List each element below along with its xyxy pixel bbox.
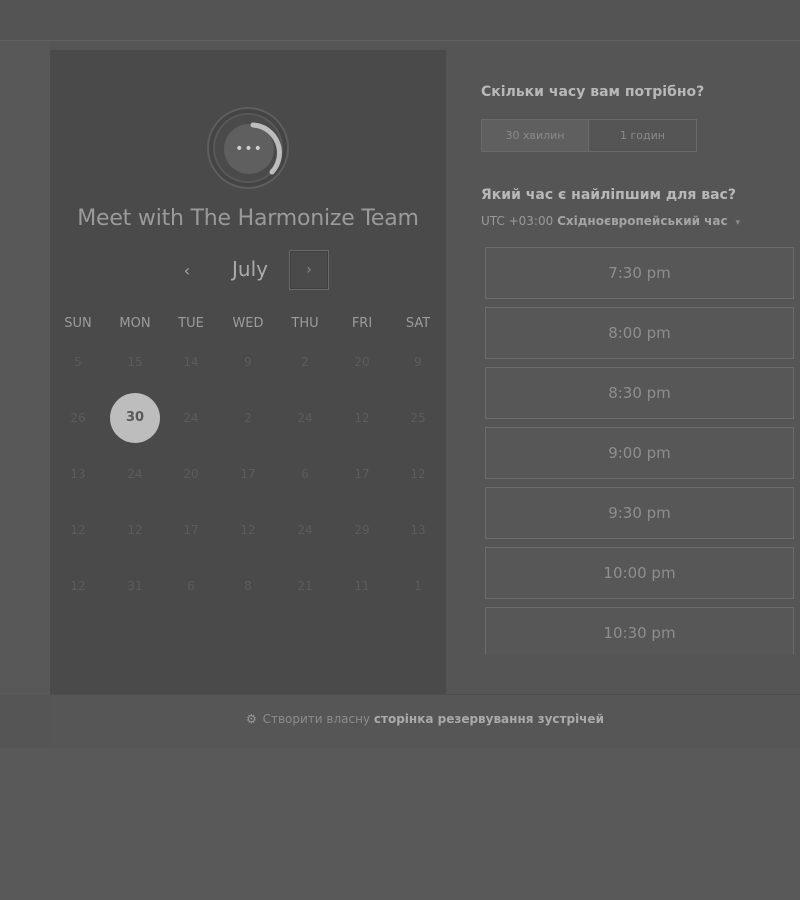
calendar-day[interactable]: 14 <box>166 337 216 387</box>
calendar-day[interactable]: 24 <box>110 449 160 499</box>
time-slot[interactable]: 10:30 pm <box>485 607 794 654</box>
weekday-sun: SUN <box>64 316 92 331</box>
calendar-day[interactable]: 26 <box>53 393 103 443</box>
duration-1-hour-button[interactable]: 1 годин <box>589 120 696 151</box>
calendar-day[interactable]: 12 <box>337 393 387 443</box>
sprocket-icon: ⚙ <box>246 712 257 726</box>
time-slot[interactable]: 7:30 pm <box>485 247 794 299</box>
calendar-day[interactable]: 24 <box>166 393 216 443</box>
calendar-day[interactable]: 12 <box>110 505 160 555</box>
next-month-button[interactable]: › <box>289 250 329 290</box>
footer-text-prefix: Створити власну <box>262 712 371 726</box>
calendar-day[interactable]: 20 <box>166 449 216 499</box>
calendar-day-selected[interactable]: 30 <box>110 393 160 443</box>
calendar-day[interactable]: 2 <box>280 337 330 387</box>
duration-selector: 30 хвилин 1 годин <box>481 119 697 152</box>
weekday-sat: SAT <box>405 316 431 331</box>
time-slot[interactable]: 9:30 pm <box>485 487 794 539</box>
meeting-title: Meet with The Harmonize Team <box>77 206 419 231</box>
timezone-offset: UTC +03:00 <box>481 214 554 228</box>
duration-30-min-button[interactable]: 30 хвилин <box>482 120 589 151</box>
calendar-day[interactable]: 12 <box>393 449 443 499</box>
calendar-day[interactable]: 6 <box>280 449 330 499</box>
top-strip <box>0 0 800 40</box>
caret-down-icon: ▾ <box>735 218 740 228</box>
calendar-day[interactable]: 2 <box>223 393 273 443</box>
calendar-day[interactable]: 24 <box>280 505 330 555</box>
calendar-day[interactable]: 29 <box>337 505 387 555</box>
calendar-day[interactable]: 31 <box>110 561 160 611</box>
weekday-wed: WED <box>232 316 264 331</box>
month-label: July <box>232 257 268 281</box>
calendar-day[interactable]: 25 <box>393 393 443 443</box>
weekday-mon: MON <box>119 316 151 331</box>
calendar-day[interactable]: 20 <box>337 337 387 387</box>
weekday-thu: THU <box>291 316 319 331</box>
timezone-name: Східноєвропейський час <box>557 214 728 228</box>
time-slot[interactable]: 9:00 pm <box>485 427 794 479</box>
timezone-selector[interactable]: UTC +03:00 Східноєвропейський час ▾ <box>481 214 740 228</box>
duration-question: Скільки часу вам потрібно? <box>481 84 705 100</box>
weekday-fri: FRI <box>351 316 373 331</box>
avatar-progress-arc <box>250 122 282 175</box>
time-slot[interactable]: 8:00 pm <box>485 307 794 359</box>
calendar-day[interactable]: 8 <box>223 561 273 611</box>
left-gutter <box>0 41 50 695</box>
calendar-day[interactable]: 12 <box>53 505 103 555</box>
calendar-day[interactable]: 11 <box>337 561 387 611</box>
prev-month-button[interactable]: ‹ <box>172 256 202 286</box>
calendar-day[interactable]: 13 <box>393 505 443 555</box>
calendar-day[interactable]: 5 <box>53 337 103 387</box>
weekday-header: SUN MON TUE WED THU FRI SAT <box>50 316 446 336</box>
time-slot[interactable]: 10:00 pm <box>485 547 794 599</box>
calendar-day[interactable]: 1 <box>393 561 443 611</box>
calendar-day[interactable]: 12 <box>53 561 103 611</box>
footer-banner[interactable]: ⚙ Створити власну сторінка резервування … <box>50 694 800 746</box>
calendar-day[interactable]: 21 <box>280 561 330 611</box>
calendar-day[interactable]: 17 <box>337 449 387 499</box>
calendar-panel: ••• Meet with The Harmonize Team ‹ July … <box>50 50 446 694</box>
time-slot[interactable]: 8:30 pm <box>485 367 794 419</box>
calendar-day[interactable]: 12 <box>223 505 273 555</box>
calendar-day[interactable]: 13 <box>53 449 103 499</box>
calendar-day[interactable]: 17 <box>166 505 216 555</box>
footer-text-bold: сторінка резервування зустрічей <box>373 712 604 726</box>
calendar-day[interactable]: 9 <box>223 337 273 387</box>
calendar-day[interactable]: 17 <box>223 449 273 499</box>
month-navigation: ‹ July › <box>50 250 446 290</box>
calendar-day[interactable]: 9 <box>393 337 443 387</box>
calendar-day[interactable]: 15 <box>110 337 160 387</box>
weekday-tue: TUE <box>178 316 204 331</box>
time-question: Який час є найліпшим для вас? <box>481 187 736 203</box>
calendar-day[interactable]: 6 <box>166 561 216 611</box>
bottom-area <box>0 748 800 900</box>
booking-panel: Скільки часу вам потрібно? 30 хвилин 1 г… <box>446 50 800 654</box>
calendar-day[interactable]: 24 <box>280 393 330 443</box>
